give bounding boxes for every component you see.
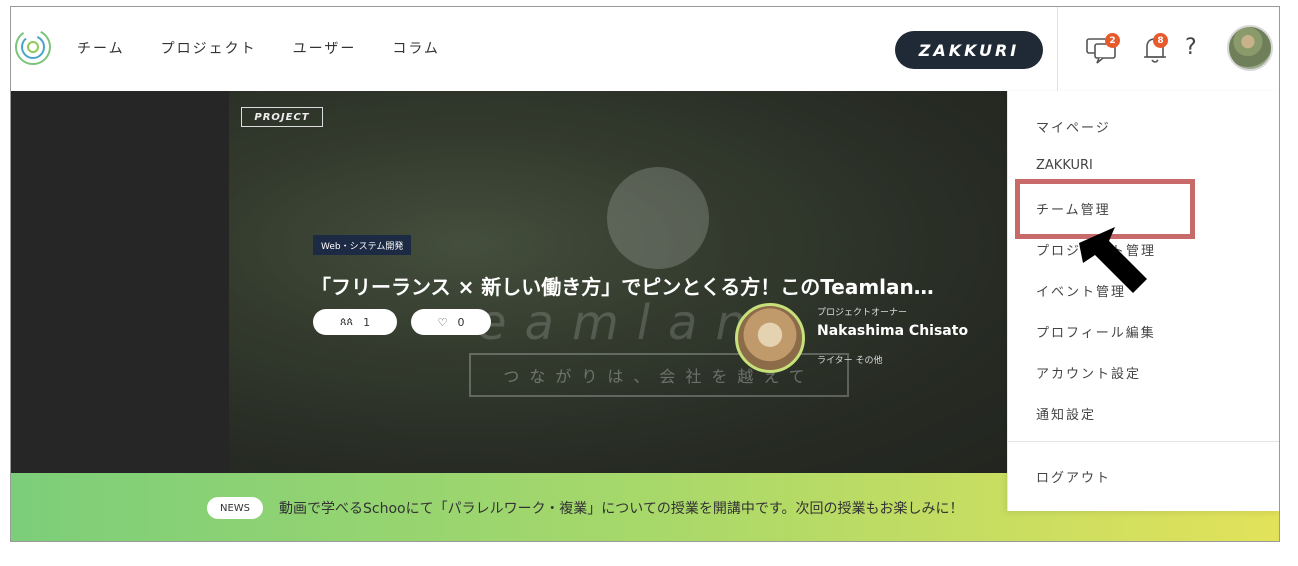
menu-item-zakkuri[interactable]: ZAKKURI <box>1036 158 1093 173</box>
owner-role: プロジェクトオーナー <box>817 308 908 318</box>
members-count: 1 <box>363 315 371 329</box>
menu-divider <box>1008 441 1279 442</box>
nav-user[interactable]: ユーザー <box>293 38 357 58</box>
project-tag: PROJECT <box>241 107 323 127</box>
nav-column[interactable]: コラム <box>392 38 440 58</box>
watermark-logo-icon <box>607 167 709 269</box>
news-text[interactable]: 動画で学べるSchooにて「パラレルワーク・複業」についての授業を開講中です。次… <box>279 498 964 518</box>
menu-item-notification-settings[interactable]: 通知設定 <box>1036 404 1096 423</box>
heart-icon: ♡ <box>437 315 448 329</box>
messages-badge: 2 <box>1105 33 1120 48</box>
top-header: チーム プロジェクト ユーザー コラム ZAKKURI 2 8 ? <box>11 7 1279 91</box>
nav-project[interactable]: プロジェクト <box>161 38 257 58</box>
nav-team[interactable]: チーム <box>77 38 125 58</box>
header-divider <box>1057 7 1058 91</box>
menu-item-account-settings[interactable]: アカウント設定 <box>1036 363 1141 382</box>
owner-avatar[interactable] <box>735 303 805 373</box>
help-icon[interactable]: ? <box>1185 35 1197 60</box>
menu-item-profile-edit[interactable]: プロフィール編集 <box>1036 322 1156 341</box>
hero-left-panel <box>11 91 229 475</box>
news-badge: NEWS <box>207 497 263 519</box>
app-frame: チーム プロジェクト ユーザー コラム ZAKKURI 2 8 ? PROJEC… <box>10 6 1280 542</box>
main-nav: チーム プロジェクト ユーザー コラム <box>77 38 440 58</box>
members-pill: ጰጰ 1 <box>313 309 397 335</box>
teamlancer-logo-icon[interactable] <box>13 27 53 67</box>
notifications-button[interactable]: 8 <box>1135 29 1175 69</box>
likes-count: 0 <box>457 315 465 329</box>
project-title[interactable]: 「フリーランス × 新しい働き方」でピンとくる方！このTeamlan… <box>311 271 991 300</box>
watermark-word: eamlan <box>477 295 764 351</box>
owner-tags: ライター その他 <box>817 356 883 366</box>
zakkuri-button[interactable]: ZAKKURI <box>895 31 1043 69</box>
pointer-arrow-icon <box>1079 227 1147 293</box>
like-pill[interactable]: ♡ 0 <box>411 309 491 335</box>
user-avatar[interactable] <box>1227 25 1273 71</box>
members-icon: ጰጰ <box>339 315 354 328</box>
menu-item-mypage[interactable]: マイページ <box>1036 117 1111 136</box>
notifications-badge: 8 <box>1153 33 1168 48</box>
owner-name[interactable]: Nakashima Chisato <box>817 323 968 339</box>
category-tag[interactable]: Web・システム開発 <box>313 235 412 255</box>
messages-button[interactable]: 2 <box>1083 29 1123 69</box>
menu-item-logout[interactable]: ログアウト <box>1036 467 1111 486</box>
